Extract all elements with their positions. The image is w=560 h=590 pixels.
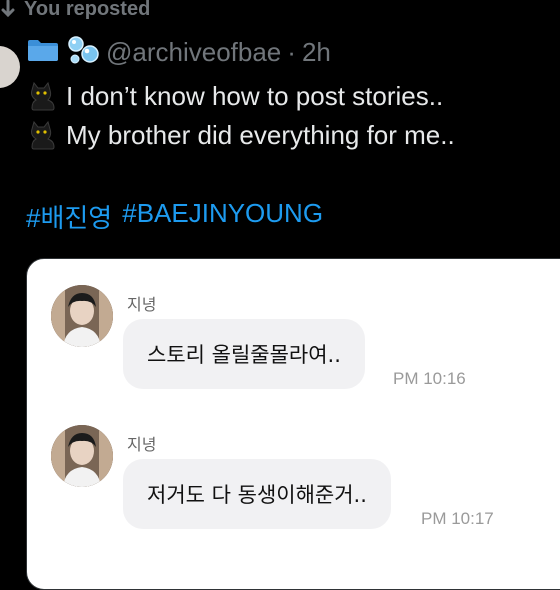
message-text: 스토리 올릴줄몰라여..	[147, 343, 341, 367]
post-header: @archiveofbae · 2h	[26, 35, 331, 69]
avatar[interactable]	[0, 46, 20, 88]
hashtag-link[interactable]: #배진영	[26, 198, 112, 235]
post-text: I don’t know how to post stories..	[66, 80, 444, 111]
hashtag-link[interactable]: #BAEJINYOUNG	[122, 198, 323, 235]
message-bubble: 스토리 올릴줄몰라여..	[123, 319, 365, 389]
meta-separator: ·	[287, 36, 296, 67]
post-text: My brother did everything for me..	[66, 119, 455, 150]
hashtags: #배진영 #BAEJINYOUNG	[26, 198, 323, 235]
chat-avatar	[51, 285, 113, 347]
cat-icon	[26, 119, 58, 151]
sender-name: 지녕	[127, 435, 157, 454]
bubbles-icon	[66, 35, 100, 70]
message-time: PM 10:16	[393, 369, 466, 388]
sender-name: 지녕	[127, 295, 157, 314]
post-text-line: My brother did everything for me..	[26, 119, 455, 151]
message-bubble: 저거도 다 동생이해준거..	[123, 459, 391, 529]
post-text-line: I don’t know how to post stories..	[26, 80, 443, 112]
post-meta: @archiveofbae · 2h	[106, 37, 331, 68]
chat-avatar	[51, 425, 113, 487]
folder-icon	[26, 37, 60, 68]
message-time: PM 10:17	[421, 509, 494, 528]
repost-icon	[0, 0, 16, 19]
media-card[interactable]: 지녕 스토리 올릴줄몰라여.. PM 10:16 지녕 저거도 다 동생이해준거…	[26, 258, 560, 590]
repost-label: You reposted	[24, 0, 151, 20]
post-time[interactable]: 2h	[302, 37, 331, 68]
author-handle[interactable]: @archiveofbae	[106, 37, 281, 68]
repost-indicator: You reposted	[0, 0, 150, 24]
message-text: 저거도 다 동생이해준거..	[147, 483, 367, 507]
cat-icon	[26, 80, 58, 112]
